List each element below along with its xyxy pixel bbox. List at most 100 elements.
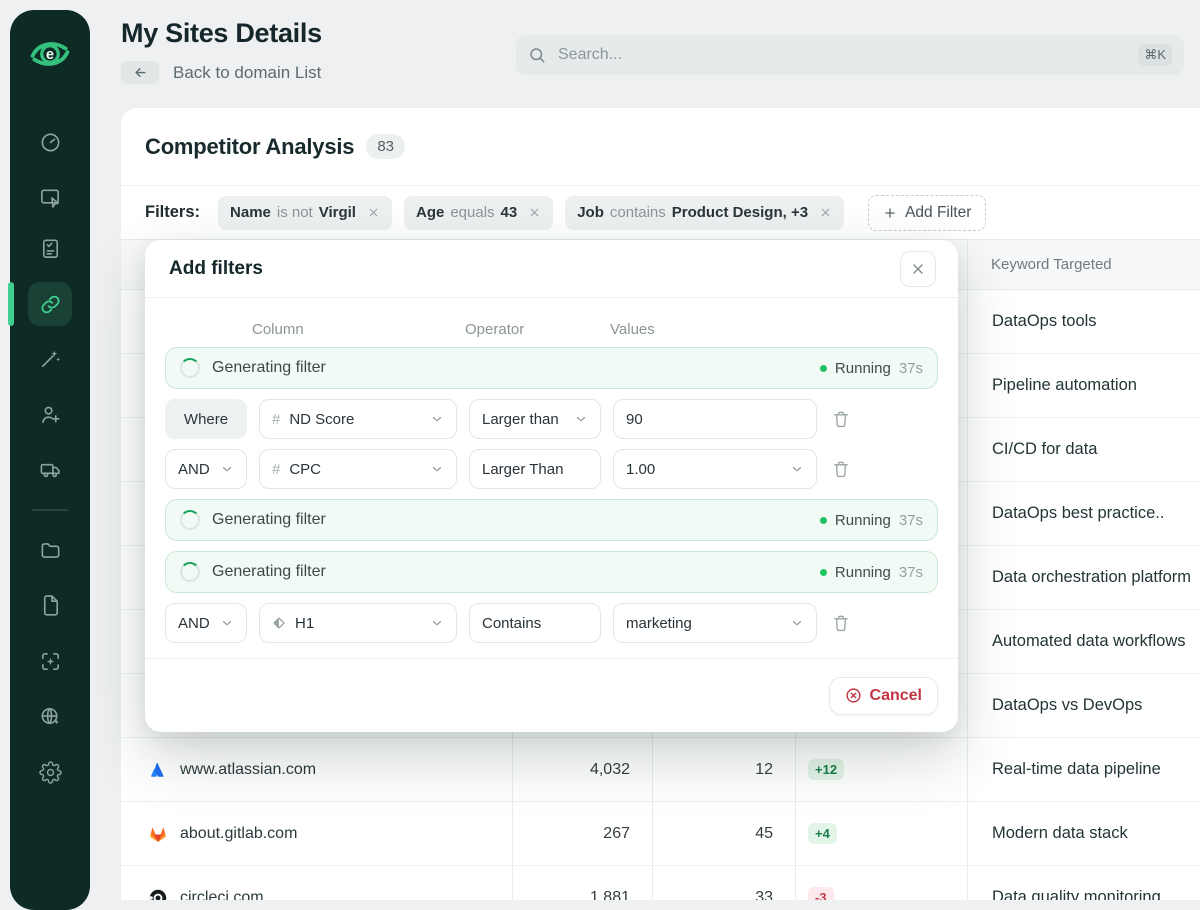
running-time: 37s: [899, 564, 923, 581]
modal-close-button[interactable]: [900, 251, 936, 287]
sidebar-item-invite[interactable]: [28, 392, 72, 436]
generating-filter-row: Generating filter Running 37s: [165, 347, 938, 389]
diamond-icon: [272, 616, 286, 630]
sidebar-item-ai-scan[interactable]: [28, 639, 72, 683]
chip-value: Product Design, +3: [672, 204, 808, 221]
back-label[interactable]: Back to domain List: [173, 63, 321, 83]
conjunction-text: Where: [184, 411, 228, 428]
change-badge: +4: [808, 823, 837, 844]
spinner-icon: [180, 510, 200, 530]
column-select[interactable]: #ND Score: [259, 399, 457, 439]
gear-icon: [39, 761, 62, 784]
count-badge: 83: [366, 134, 405, 159]
filter-condition-row: AND #CPC Larger Than 1.00: [165, 449, 938, 489]
filters-label: Filters:: [145, 203, 200, 222]
add-filter-button[interactable]: Add Filter: [868, 195, 986, 231]
running-dot-icon: [820, 517, 827, 524]
chip-operator: equals: [450, 204, 494, 221]
modal-body: Column Operator Values Generating filter…: [145, 298, 958, 643]
filter-chip[interactable]: Age equals 43: [404, 196, 553, 230]
sidebar-item-sites[interactable]: [28, 175, 72, 219]
conjunction-text: AND: [178, 615, 210, 632]
chevron-down-icon: [430, 412, 444, 426]
active-indicator: [8, 282, 14, 326]
add-filters-modal: Add filters Column Operator Values Gener…: [145, 240, 958, 732]
keyword-cell: Automated data workflows: [967, 610, 1200, 673]
trash-icon[interactable]: [831, 613, 851, 633]
table-row[interactable]: about.gitlab.com 267 45 +4 Modern data s…: [121, 802, 1200, 866]
app-logo[interactable]: e: [28, 32, 72, 76]
generating-label: Generating filter: [212, 511, 326, 529]
circle-x-icon: [845, 687, 862, 704]
sidebar-item-web-ai[interactable]: [28, 694, 72, 738]
filter-condition-row: AND H1 Contains marketing: [165, 603, 938, 643]
sidebar-item-settings[interactable]: [28, 750, 72, 794]
cancel-label: Cancel: [870, 687, 922, 705]
trash-icon[interactable]: [831, 459, 851, 479]
spinner-icon: [180, 562, 200, 582]
value-input[interactable]: marketing: [613, 603, 817, 643]
sidebar-item-links[interactable]: [28, 282, 72, 326]
spinner-icon: [180, 358, 200, 378]
sidebar-item-automation[interactable]: [28, 336, 72, 380]
column-select[interactable]: #CPC: [259, 449, 457, 489]
value-input[interactable]: 1.00: [613, 449, 817, 489]
running-label: Running: [835, 360, 891, 377]
column-value: ND Score: [289, 411, 354, 428]
operator-label: Operator: [465, 321, 524, 338]
sidebar-item-documents[interactable]: [28, 583, 72, 627]
value-text: 1.00: [626, 461, 655, 478]
filter-chip[interactable]: Job contains Product Design, +3: [565, 196, 844, 230]
search-input[interactable]: [556, 45, 1128, 65]
sidebar-item-tasks[interactable]: [28, 226, 72, 270]
keyword-cell: CI/CD for data: [967, 418, 1200, 481]
file-icon: [39, 594, 62, 617]
chip-remove-icon[interactable]: [528, 206, 541, 219]
operator-select[interactable]: Larger Than: [469, 449, 601, 489]
chevron-down-icon: [790, 616, 804, 630]
svg-text:e: e: [46, 47, 54, 63]
chip-field: Name: [230, 204, 271, 221]
link-icon: [39, 293, 62, 316]
chevron-down-icon: [220, 616, 234, 630]
sidebar-item-folders[interactable]: [28, 528, 72, 572]
domain-text: www.atlassian.com: [180, 761, 316, 779]
operator-value: Larger Than: [482, 461, 563, 478]
folder-icon: [39, 539, 62, 562]
table-row[interactable]: www.atlassian.com 4,032 12 +12 Real-time…: [121, 738, 1200, 802]
keyword-cell: Real-time data pipeline: [967, 738, 1200, 801]
chip-value: 43: [501, 204, 518, 221]
back-row: Back to domain List: [121, 61, 321, 84]
sidebar-item-dashboard[interactable]: [28, 120, 72, 164]
chip-remove-icon[interactable]: [819, 206, 832, 219]
chip-remove-icon[interactable]: [367, 206, 380, 219]
sidebar-item-delivery[interactable]: [28, 447, 72, 491]
chip-operator: contains: [610, 204, 666, 221]
filter-chip[interactable]: Name is not Virgil: [218, 196, 392, 230]
column-divider: [967, 240, 968, 289]
search-bar[interactable]: ⌘K: [516, 35, 1184, 75]
running-dot-icon: [820, 569, 827, 576]
back-button[interactable]: [121, 61, 159, 84]
cancel-button[interactable]: Cancel: [829, 677, 938, 715]
column-select[interactable]: H1: [259, 603, 457, 643]
domain-text: about.gitlab.com: [180, 825, 297, 843]
conjunction-select[interactable]: AND: [165, 449, 247, 489]
conjunction-select[interactable]: AND: [165, 603, 247, 643]
operator-select[interactable]: Contains: [469, 603, 601, 643]
value-input[interactable]: 90: [613, 399, 817, 439]
chevron-down-icon: [220, 462, 234, 476]
panel-title-row: Competitor Analysis 83: [121, 108, 1200, 186]
generating-label: Generating filter: [212, 359, 326, 377]
trash-icon[interactable]: [831, 409, 851, 429]
modal-header: Add filters: [145, 240, 958, 298]
generating-filter-row: Generating filter Running 37s: [165, 499, 938, 541]
table-row[interactable]: circleci.com 1,881 33 -3 Data quality mo…: [121, 866, 1200, 900]
operator-value: Larger than: [482, 411, 559, 428]
change-cell: -3: [795, 866, 967, 900]
modal-title: Add filters: [169, 258, 263, 280]
chip-field: Job: [577, 204, 604, 221]
operator-select[interactable]: Larger than: [469, 399, 601, 439]
running-label: Running: [835, 564, 891, 581]
keyword-cell: Pipeline automation: [967, 354, 1200, 417]
